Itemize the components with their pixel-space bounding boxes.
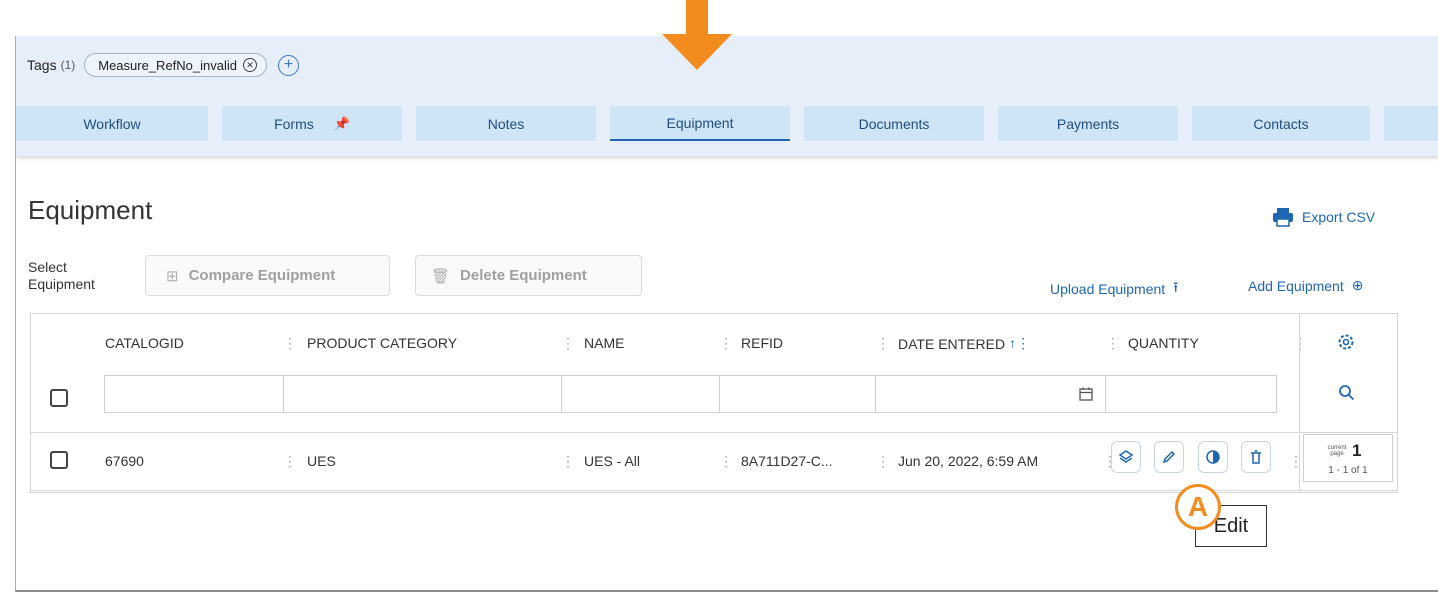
cell-catalogid: 67690 (105, 453, 144, 469)
tags-title: Tags (27, 57, 57, 73)
cell-separator: ⋮ (283, 453, 297, 469)
toggle-icon (1206, 450, 1220, 464)
settings-gear-icon[interactable] (1337, 333, 1355, 351)
tab-label: Payments (1056, 115, 1120, 132)
annotation-marker: A (1175, 484, 1221, 530)
printer-icon (1273, 208, 1293, 227)
cell-refid: 8A711D27-C... (741, 453, 833, 469)
equipment-grid: CATALOGID ⋮ PRODUCT CATEGORY ⋮ NAME ⋮ RE… (30, 313, 1398, 493)
compare-label: Compare Equipment (188, 267, 336, 284)
filter-product-category[interactable] (283, 375, 562, 413)
delete-label: Delete Equipment (460, 267, 587, 284)
tab-notes[interactable]: Notes (416, 106, 596, 141)
tab-payments[interactable]: Payments (998, 106, 1178, 141)
annotation-arrow-icon (662, 0, 732, 70)
filter-refid[interactable] (719, 375, 876, 413)
tags-bar: Tags (1) Measure_RefNo_invalid ✕ + (27, 53, 299, 77)
export-csv-label: Export CSV (1302, 209, 1376, 225)
filter-catalogid[interactable] (104, 375, 284, 413)
filter-quantity[interactable] (1105, 375, 1277, 413)
cell-separator: ⋮ (1289, 453, 1303, 469)
select-equipment-label: Select Equipment (28, 259, 95, 293)
column-resize-handle[interactable]: ⋮ (1293, 335, 1307, 352)
current-page-number[interactable]: 1 (1352, 441, 1361, 461)
column-resize-handle[interactable]: ⋮ (283, 335, 297, 352)
select-label-line1: Select (28, 259, 67, 275)
compare-icon: ⊞ (166, 267, 179, 285)
upload-label: Upload Equipment (1050, 281, 1166, 297)
calendar-icon[interactable] (1079, 387, 1093, 401)
col-catalogid[interactable]: CATALOGID (105, 335, 184, 351)
col-label: REFID (741, 335, 783, 351)
col-label: CATALOGID (105, 335, 184, 351)
tags-count: (1) (60, 58, 76, 72)
tab-contacts[interactable]: Contacts (1192, 106, 1370, 141)
toggle-button[interactable] (1198, 441, 1228, 473)
row-divider (31, 432, 1397, 433)
column-resize-handle[interactable]: ⋮ (719, 335, 733, 352)
add-circle-icon: ⊕ (1351, 277, 1364, 293)
pin-icon[interactable]: 📌 (334, 116, 350, 132)
row-checkbox[interactable] (50, 451, 68, 469)
column-resize-handle[interactable]: ⋮ (876, 335, 890, 352)
trash-icon (1251, 450, 1261, 464)
trash-icon: 🗑 (431, 267, 451, 285)
tab-label: Forms (274, 115, 314, 132)
add-equipment-button[interactable]: Add Equipment ⊕ (1248, 277, 1363, 294)
sort-ascending-icon[interactable]: ↑⋮ (1009, 335, 1030, 352)
tab-label: Workflow (83, 115, 141, 132)
upload-icon: ⭱ (1173, 279, 1179, 295)
select-all-checkbox[interactable] (50, 389, 68, 407)
col-label: DATE ENTERED (898, 335, 1006, 352)
col-label: QUANTITY (1128, 335, 1199, 351)
cell-category: UES (307, 453, 336, 469)
layers-icon (1118, 450, 1134, 463)
edit-icon (1162, 450, 1176, 464)
add-tag-icon[interactable]: + (278, 54, 299, 76)
upload-equipment-button[interactable]: Upload Equipment ⭱ (1050, 277, 1178, 301)
col-label: PRODUCT CATEGORY (307, 335, 458, 351)
col-quantity[interactable]: QUANTITY (1128, 335, 1199, 351)
edit-button[interactable] (1154, 441, 1184, 473)
cell-name: UES - All (584, 453, 641, 469)
page-range: 1 - 1 of 1 (1328, 465, 1368, 476)
cell-date-entered: Jun 20, 2022, 6:59 AM (898, 453, 1039, 469)
tab-documents[interactable]: Documents (804, 106, 984, 141)
tab-more[interactable] (1384, 106, 1438, 141)
delete-row-button[interactable] (1241, 441, 1271, 473)
export-csv-button[interactable]: Export CSV (1272, 207, 1375, 227)
col-product-category[interactable]: PRODUCT CATEGORY (307, 335, 457, 351)
remove-tag-icon[interactable]: ✕ (243, 58, 257, 72)
col-refid[interactable]: REFID (741, 335, 783, 351)
tag-chip[interactable]: Measure_RefNo_invalid ✕ (84, 53, 267, 77)
column-resize-handle[interactable]: ⋮ (561, 335, 575, 352)
search-icon[interactable] (1338, 384, 1355, 401)
current-page-label: current page (1327, 445, 1347, 457)
cell-separator: ⋮ (561, 453, 575, 469)
add-label: Add Equipment (1248, 277, 1344, 294)
select-label-line2: Equipment (28, 276, 95, 292)
tag-chip-label: Measure_RefNo_invalid (98, 57, 237, 73)
layers-button[interactable] (1111, 441, 1141, 473)
tab-label: Contacts (1253, 115, 1309, 132)
cell-separator: ⋮ (876, 453, 890, 469)
tab-forms[interactable]: Forms 📌 (222, 106, 402, 141)
tab-label: Documents (858, 115, 930, 132)
column-resize-handle[interactable]: ⋮ (1106, 335, 1120, 352)
page-title: Equipment (28, 195, 153, 225)
delete-equipment-button[interactable]: 🗑 Delete Equipment (415, 255, 642, 296)
tab-label: Notes (487, 115, 525, 132)
tab-equipment[interactable]: Equipment (610, 106, 790, 141)
col-label: NAME (584, 335, 625, 351)
filter-date-entered[interactable] (875, 375, 1106, 413)
pager: current page 1 1 - 1 of 1 (1303, 434, 1393, 482)
col-date-entered[interactable]: DATE ENTERED ↑⋮ (898, 335, 1030, 352)
compare-equipment-button[interactable]: ⊞ Compare Equipment (145, 255, 390, 296)
tab-label: Equipment (666, 114, 734, 131)
cell-separator: ⋮ (719, 453, 733, 469)
tab-workflow[interactable]: Workflow (16, 106, 208, 141)
col-name[interactable]: NAME (584, 335, 624, 351)
filter-name[interactable] (561, 375, 720, 413)
